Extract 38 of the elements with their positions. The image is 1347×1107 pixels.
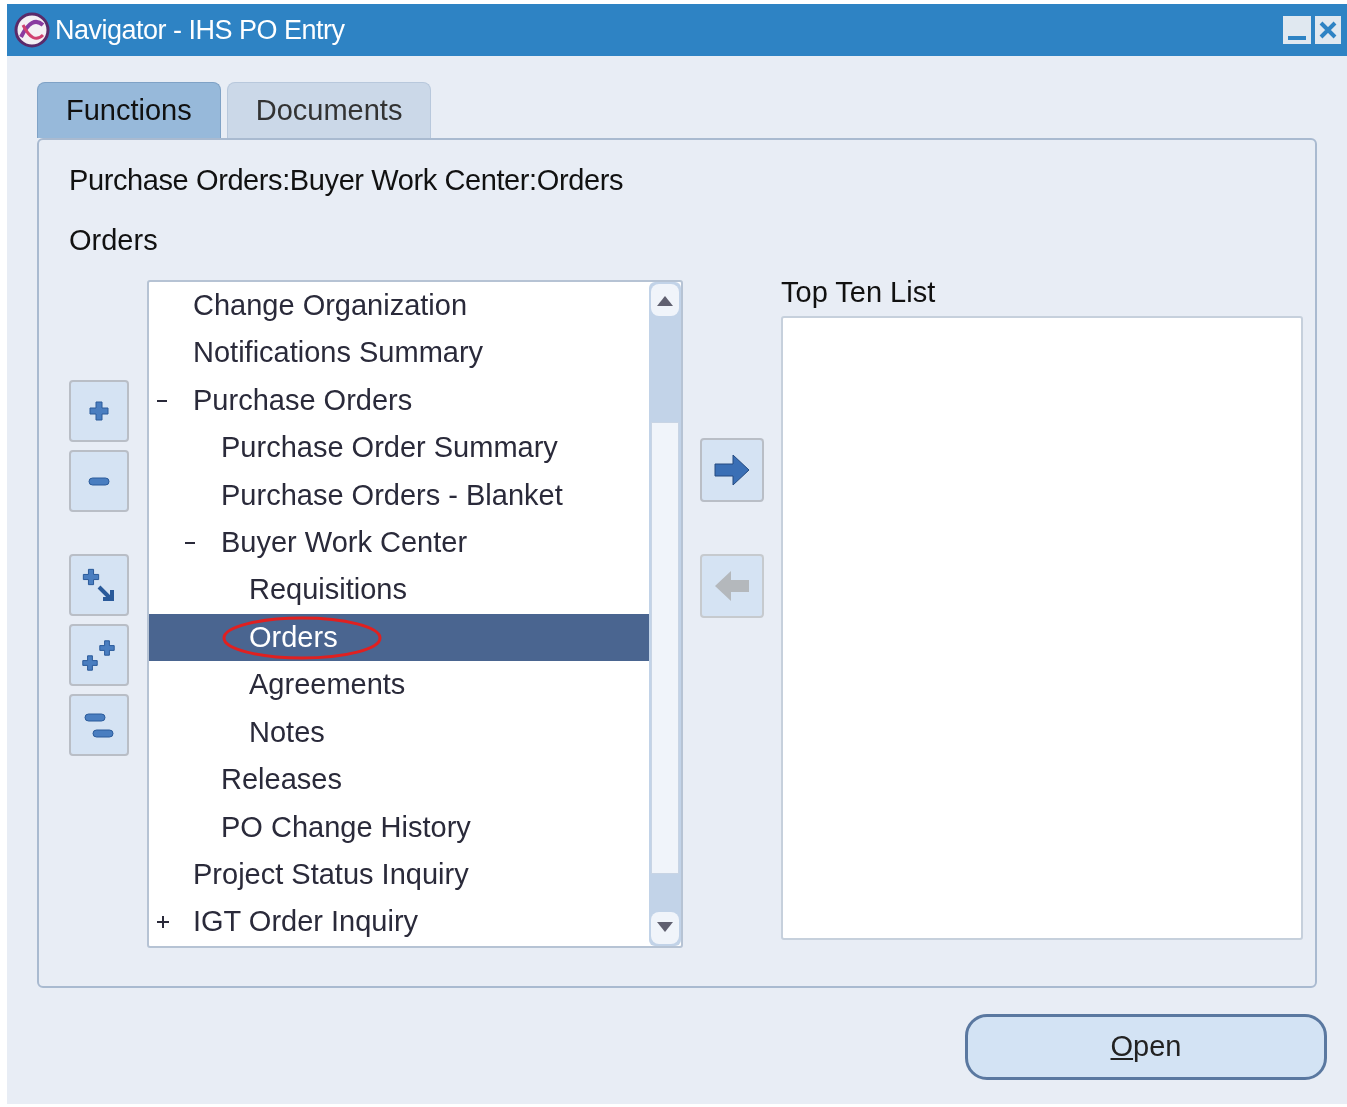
- window-title: Navigator - IHS PO Entry: [55, 13, 345, 47]
- close-button[interactable]: [1315, 16, 1341, 44]
- expand-icon[interactable]: [157, 916, 169, 929]
- tab[interactable]: Functions: [37, 82, 221, 138]
- add-to-list-button[interactable]: [700, 438, 764, 502]
- expand-all-button[interactable]: [69, 624, 129, 686]
- tree-item[interactable]: Orders: [149, 613, 649, 662]
- current-function: Orders: [69, 223, 159, 258]
- tree-item[interactable]: Purchase Order Summary: [149, 424, 649, 472]
- tree-item[interactable]: PO Change History: [149, 803, 649, 852]
- scrollbar[interactable]: [649, 282, 681, 946]
- open-button[interactable]: Open: [965, 1014, 1327, 1080]
- tab[interactable]: Documents: [226, 82, 432, 138]
- tree-item[interactable]: Purchase Orders - Blanket: [149, 471, 649, 520]
- tree-item[interactable]: Purchase Orders: [149, 376, 649, 425]
- plus-icon: [89, 401, 109, 421]
- app-logo-icon: [13, 11, 51, 49]
- left-arrow-icon: [713, 569, 751, 603]
- tree-item[interactable]: Change Organization: [149, 282, 649, 330]
- minus-icon: [88, 476, 110, 486]
- minimize-button[interactable]: [1283, 16, 1311, 44]
- tree-item[interactable]: Notes: [149, 708, 649, 757]
- tree-item[interactable]: IGT Order Inquiry: [149, 898, 649, 946]
- scroll-down-button[interactable]: [649, 910, 681, 946]
- tree-item[interactable]: Releases: [149, 756, 649, 804]
- expand-branch-button[interactable]: [69, 554, 129, 616]
- tree-item[interactable]: Project Status Inquiry: [149, 851, 649, 899]
- collapse-button[interactable]: [69, 450, 129, 512]
- breadcrumb: Purchase Orders:Buyer Work Center:Orders: [69, 163, 624, 198]
- collapse-all-button[interactable]: [69, 694, 129, 756]
- tree-item[interactable]: Agreements: [149, 661, 649, 709]
- expand-button[interactable]: [69, 380, 129, 442]
- tree-item[interactable]: Notifications Summary: [149, 329, 649, 377]
- scroll-up-button[interactable]: [649, 282, 681, 318]
- right-arrow-icon: [713, 453, 751, 487]
- tree-item[interactable]: Buyer Work Center: [149, 519, 649, 567]
- list-label: Top Ten List: [781, 275, 937, 310]
- tree-item[interactable]: Requisitions: [149, 566, 649, 614]
